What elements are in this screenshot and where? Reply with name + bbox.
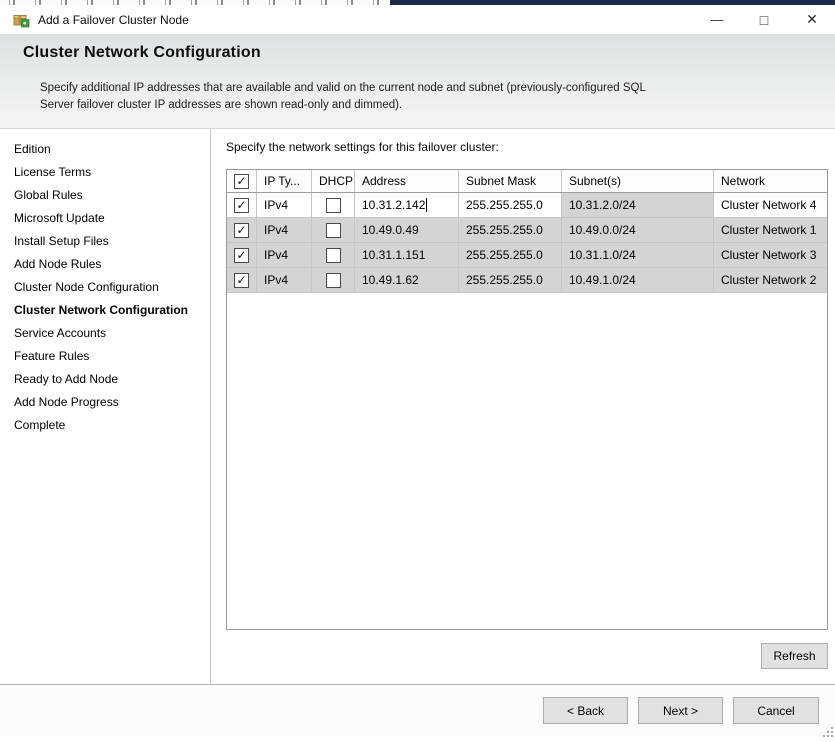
network-cell[interactable]: Cluster Network 4 [714, 193, 827, 217]
wizard-steps-sidebar: Edition License Terms Global Rules Micro… [0, 129, 211, 684]
row-select-cell [227, 218, 257, 242]
back-button[interactable]: < Back [543, 697, 628, 724]
row-select-cell[interactable] [227, 193, 257, 217]
sidebar-item-install-setup-files: Install Setup Files [0, 229, 210, 252]
network-settings-table: IP Ty... DHCP Address Subnet Mask Subnet… [226, 169, 828, 630]
ip-type-cell: IPv4 [257, 268, 312, 292]
ip-type-cell: IPv4 [257, 243, 312, 267]
sidebar-item-cluster-network-configuration: Cluster Network Configuration [0, 298, 210, 321]
column-header-subnets: Subnet(s) [562, 170, 714, 192]
row-select-checkbox [234, 248, 249, 263]
cancel-button[interactable]: Cancel [733, 697, 819, 724]
dhcp-checkbox[interactable] [326, 198, 341, 213]
page-title: Cluster Network Configuration [23, 44, 261, 62]
column-header-ip-type: IP Ty... [257, 170, 312, 192]
select-all-checkbox[interactable] [234, 174, 249, 189]
refresh-button[interactable]: Refresh [761, 643, 828, 669]
ip-type-cell: IPv4 [257, 193, 312, 217]
title-bar[interactable]: Add a Failover Cluster Node — □ ✕ [0, 5, 835, 34]
page-description: Specify additional IP addresses that are… [40, 80, 646, 114]
sidebar-item-license-terms: License Terms [0, 160, 210, 183]
dhcp-cell[interactable] [312, 193, 355, 217]
resize-grip-icon[interactable] [823, 724, 833, 734]
sidebar-item-ready-to-add-node: Ready to Add Node [0, 367, 210, 390]
subnets-cell: 10.49.1.0/24 [562, 268, 714, 292]
minimize-icon[interactable]: — [703, 5, 731, 34]
network-cell: Cluster Network 1 [714, 218, 827, 242]
address-cell: 10.49.1.62 [355, 268, 459, 292]
dhcp-checkbox [326, 248, 341, 263]
table-row: IPv4 10.49.1.62 255.255.255.0 10.49.1.0/… [227, 268, 827, 293]
network-settings-instruction: Specify the network settings for this fa… [226, 140, 499, 154]
row-select-cell [227, 243, 257, 267]
close-icon[interactable]: ✕ [798, 5, 826, 34]
column-header-dhcp: DHCP [312, 170, 355, 192]
network-cell: Cluster Network 2 [714, 268, 827, 292]
table-header-row: IP Ty... DHCP Address Subnet Mask Subnet… [227, 170, 827, 193]
table-row: IPv4 10.49.0.49 255.255.255.0 10.49.0.0/… [227, 218, 827, 243]
row-select-checkbox [234, 223, 249, 238]
text-caret [426, 198, 427, 212]
installer-package-icon [13, 11, 30, 28]
window-title: Add a Failover Cluster Node [38, 5, 189, 34]
dhcp-checkbox [326, 273, 341, 288]
column-header-subnet-mask: Subnet Mask [459, 170, 562, 192]
select-all-header-cell[interactable] [227, 170, 257, 192]
maximize-icon[interactable]: □ [750, 5, 778, 34]
next-button[interactable]: Next > [638, 697, 723, 724]
dhcp-checkbox [326, 223, 341, 238]
table-row: IPv4 10.31.1.151 255.255.255.0 10.31.1.0… [227, 243, 827, 268]
address-value: 10.31.2.142 [362, 198, 425, 212]
subnets-cell: 10.31.1.0/24 [562, 243, 714, 267]
sidebar-item-global-rules: Global Rules [0, 183, 210, 206]
subnets-cell: 10.31.2.0/24 [562, 193, 714, 217]
subnet-mask-cell: 255.255.255.0 [459, 243, 562, 267]
dhcp-cell [312, 243, 355, 267]
sidebar-item-cluster-node-configuration: Cluster Node Configuration [0, 275, 210, 298]
subnet-mask-cell[interactable]: 255.255.255.0 [459, 193, 562, 217]
sidebar-item-add-node-progress: Add Node Progress [0, 390, 210, 413]
ip-type-cell: IPv4 [257, 218, 312, 242]
page-description-line: Specify additional IP addresses that are… [40, 80, 646, 97]
table-row: IPv4 10.31.2.142 255.255.255.0 10.31.2.0… [227, 193, 827, 218]
sidebar-item-feature-rules: Feature Rules [0, 344, 210, 367]
address-cell: 10.49.0.49 [355, 218, 459, 242]
address-cell: 10.31.1.151 [355, 243, 459, 267]
sidebar-item-service-accounts: Service Accounts [0, 321, 210, 344]
row-select-checkbox[interactable] [234, 198, 249, 213]
dhcp-cell [312, 268, 355, 292]
column-header-address: Address [355, 170, 459, 192]
page-description-line: Server failover cluster IP addresses are… [40, 97, 646, 114]
sidebar-item-microsoft-update: Microsoft Update [0, 206, 210, 229]
subnet-mask-cell: 255.255.255.0 [459, 268, 562, 292]
wizard-header: Cluster Network Configuration Specify ad… [0, 34, 835, 129]
dhcp-cell [312, 218, 355, 242]
column-header-network: Network [714, 170, 827, 192]
address-cell[interactable]: 10.31.2.142 [355, 193, 459, 217]
row-select-cell [227, 268, 257, 292]
sidebar-item-add-node-rules: Add Node Rules [0, 252, 210, 275]
sidebar-item-edition: Edition [0, 137, 210, 160]
subnet-mask-cell: 255.255.255.0 [459, 218, 562, 242]
row-select-checkbox [234, 273, 249, 288]
sidebar-item-complete: Complete [0, 413, 210, 436]
subnets-cell: 10.49.0.0/24 [562, 218, 714, 242]
network-cell: Cluster Network 3 [714, 243, 827, 267]
